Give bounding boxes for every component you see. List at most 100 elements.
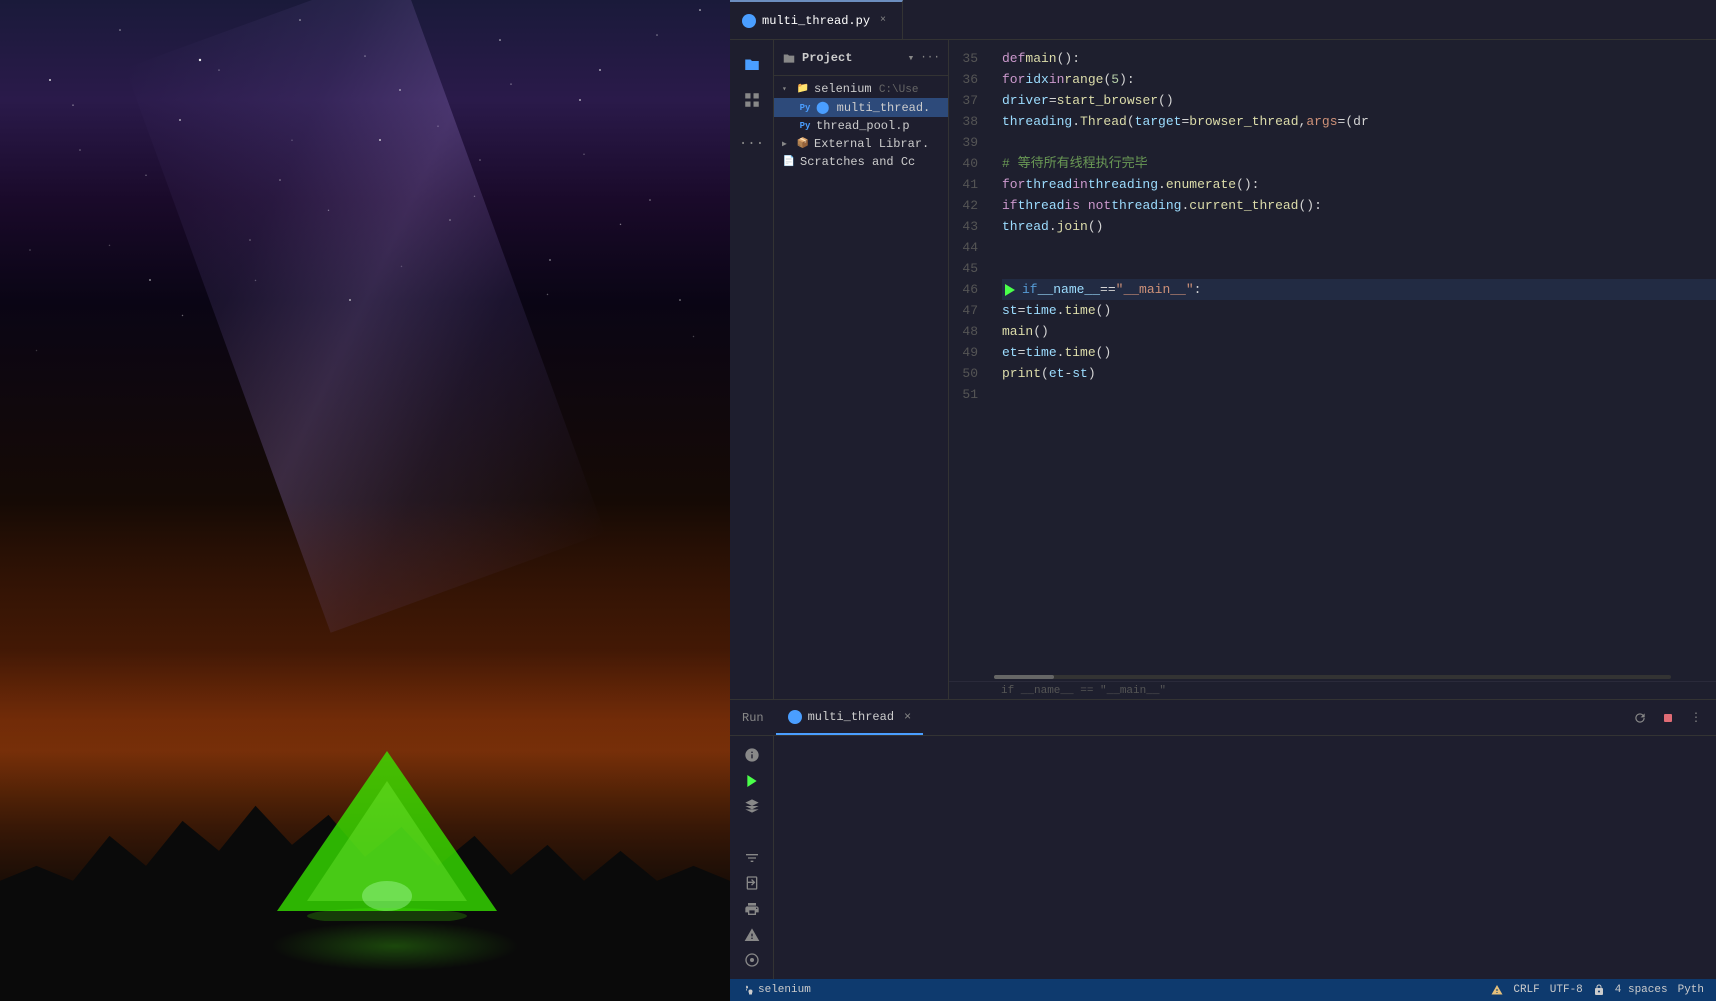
tree-external-libs[interactable]: ▶ 📦 External Librar. <box>774 135 948 153</box>
external-lib-label: External Librar. <box>814 137 940 151</box>
root-folder-name: selenium C:\Use <box>814 82 940 96</box>
stop-button[interactable] <box>1656 706 1680 730</box>
tent <box>277 741 497 921</box>
code-line-40: # 等待所有线程执行完毕 <box>1002 153 1716 174</box>
content-area: ··· Project ▾ ··· ▾ 📁 selen <box>730 40 1716 699</box>
code-line-41: for thread in threading . enumerate (): <box>1002 174 1716 195</box>
status-charset[interactable]: UTF-8 <box>1546 984 1587 996</box>
editor-scrollbar[interactable] <box>949 673 1716 681</box>
run-warning-icon[interactable] <box>736 924 768 946</box>
tree-file-multithread[interactable]: Py ⬤ multi_thread. <box>774 98 948 117</box>
active-tab[interactable]: multi_thread.py × <box>730 0 903 39</box>
tent-ground-glow <box>270 921 520 971</box>
code-line-51 <box>1002 384 1716 405</box>
run-content <box>730 736 1716 979</box>
sidebar-folder-icon[interactable] <box>736 48 768 80</box>
status-bar: selenium CRLF UTF-8 4 spaces <box>730 979 1716 1001</box>
rerun-button[interactable] <box>1628 706 1652 730</box>
scrollbar-track[interactable] <box>994 675 1671 679</box>
project-folder-icon <box>782 51 796 65</box>
line-ending-label: CRLF <box>1513 984 1539 996</box>
project-panel: Project ▾ ··· ▾ 📁 selenium C:\Use <box>774 40 949 699</box>
code-line-39 <box>1002 132 1716 153</box>
folder-icon: 📁 <box>796 82 810 96</box>
code-content[interactable]: def main (): for idx in range ( <box>994 40 1716 673</box>
file-label-multithread: ⬤ multi_thread. <box>816 100 940 115</box>
py-file-icon: Py <box>798 101 812 115</box>
run-print-icon[interactable] <box>736 898 768 920</box>
scrollbar-thumb[interactable] <box>994 675 1054 679</box>
run-tab-file-icon <box>788 710 802 724</box>
title-bar: multi_thread.py × <box>730 0 1716 40</box>
run-tab-label[interactable]: Run <box>730 700 776 735</box>
tree-arrow-icon: ▾ <box>782 84 792 94</box>
sidebar-more-icon[interactable]: ··· <box>736 128 768 160</box>
sidebar-icons: ··· <box>730 40 774 699</box>
code-line-44 <box>1002 237 1716 258</box>
line-numbers: 35 36 37 38 39 40 41 42 43 44 45 46 47 4… <box>949 40 994 673</box>
run-terminal-icon[interactable] <box>736 872 768 894</box>
more-options-button[interactable]: ⋮ <box>1684 706 1708 730</box>
code-editor[interactable]: 35 36 37 38 39 40 41 42 43 44 45 46 47 4… <box>949 40 1716 699</box>
tree-file-threadpool[interactable]: Py thread_pool.p <box>774 117 948 135</box>
code-line-47: st = time . time () <box>1002 300 1716 321</box>
run-tab-file[interactable]: multi_thread × <box>776 700 924 735</box>
code-line-36: for idx in range ( 5 ): <box>1002 69 1716 90</box>
status-python[interactable]: Pyth <box>1674 984 1708 996</box>
tab-close-button[interactable]: × <box>876 14 890 28</box>
run-toolbar: ⋮ <box>1620 700 1716 735</box>
scratches-label: Scratches and Cc <box>800 155 940 169</box>
sidebar-structure-icon[interactable] <box>736 84 768 116</box>
tree-scratches[interactable]: 📄 Scratches and Cc <box>774 153 948 171</box>
run-output-area <box>774 736 1716 979</box>
git-branch-icon <box>742 984 754 996</box>
status-git-branch[interactable]: selenium <box>738 984 815 996</box>
branch-name: selenium <box>758 984 811 996</box>
status-spaces[interactable]: 4 spaces <box>1611 984 1672 996</box>
run-play-icon[interactable] <box>736 770 768 792</box>
code-line-43: thread . join () <box>1002 216 1716 237</box>
code-line-45 <box>1002 258 1716 279</box>
project-tree: ▾ 📁 selenium C:\Use Py ⬤ multi_thread. <box>774 76 948 699</box>
run-tab-close[interactable]: × <box>904 710 911 724</box>
tab-file-icon <box>742 14 756 28</box>
wallpaper-background <box>0 0 730 1001</box>
run-tab-filename: multi_thread <box>808 710 894 724</box>
tab-filename: multi_thread.py <box>762 14 870 28</box>
ide-panel: multi_thread.py × ··· <box>730 0 1716 1001</box>
charset-label: UTF-8 <box>1550 984 1583 996</box>
code-scroll-area[interactable]: 35 36 37 38 39 40 41 42 43 44 45 46 47 4… <box>949 40 1716 673</box>
main-container: multi_thread.py × ··· <box>0 0 1716 1001</box>
status-warning[interactable] <box>1487 984 1507 996</box>
status-crlf[interactable]: CRLF <box>1509 984 1543 996</box>
project-title: Project <box>802 51 902 65</box>
project-header: Project ▾ ··· <box>774 40 948 76</box>
project-dropdown-icon[interactable]: ▾ <box>908 51 915 65</box>
tree-arrow-ext: ▶ <box>782 139 792 149</box>
code-line-49: et = time . time () <box>1002 342 1716 363</box>
lock-icon <box>1593 984 1605 996</box>
run-git-icon[interactable] <box>736 949 768 971</box>
spaces-label: 4 spaces <box>1615 984 1668 996</box>
code-line-37: driver = start_browser () <box>1002 90 1716 111</box>
run-layers-icon[interactable] <box>736 795 768 817</box>
file-label-threadpool: thread_pool.p <box>816 119 940 133</box>
python-label: Pyth <box>1678 984 1704 996</box>
status-lock[interactable] <box>1589 984 1609 996</box>
py-file-icon-2: Py <box>798 119 812 133</box>
warning-icon <box>1491 984 1503 996</box>
run-debug-icon[interactable] <box>736 744 768 766</box>
project-more-icon[interactable]: ··· <box>920 52 940 64</box>
code-line-42: if thread is not threading . current_thr… <box>1002 195 1716 216</box>
code-line-38: threading . Thread ( target = browser_th… <box>1002 111 1716 132</box>
run-label: Run <box>742 711 764 725</box>
scratches-icon: 📄 <box>782 155 796 169</box>
code-line-48: main () <box>1002 321 1716 342</box>
run-scroll-icon[interactable] <box>736 821 768 843</box>
run-arrow-icon[interactable] <box>1002 282 1018 298</box>
run-panel: Run multi_thread × ⋮ <box>730 699 1716 979</box>
run-filter-icon[interactable] <box>736 847 768 869</box>
tree-root-folder[interactable]: ▾ 📁 selenium C:\Use <box>774 80 948 98</box>
code-line-46: if __name__ == "__main__" : <box>1002 279 1716 300</box>
code-line-35: def main (): <box>1002 48 1716 69</box>
